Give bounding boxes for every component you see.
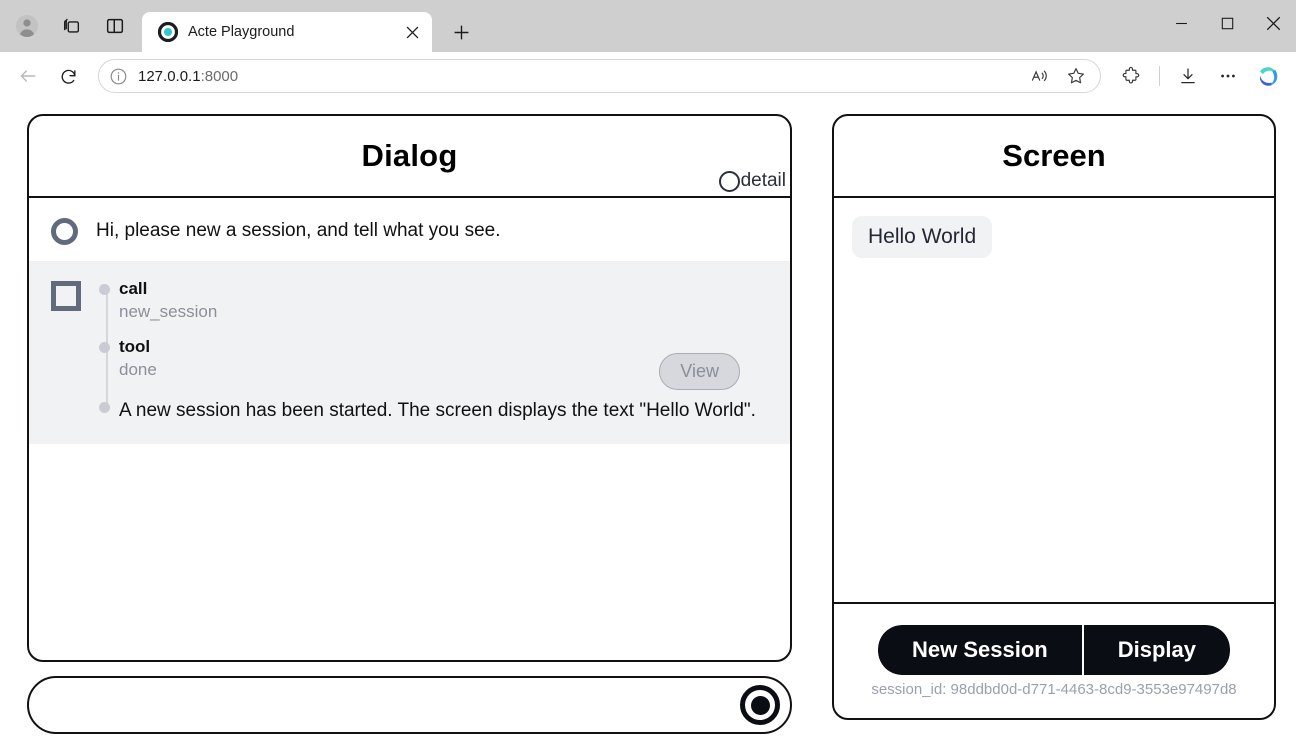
timeline-dot-icon [99, 402, 110, 413]
view-button[interactable]: View [659, 353, 740, 390]
detail-toggle-label: detail [741, 170, 786, 192]
read-aloud-icon[interactable] [1022, 58, 1058, 94]
downloads-icon[interactable] [1170, 58, 1206, 94]
dialog-panel: Dialog detail Hi, please new a session, … [27, 114, 792, 662]
back-button[interactable] [10, 58, 46, 94]
browser-tab[interactable]: Acte Playground [142, 12, 432, 52]
minimize-button[interactable] [1158, 0, 1204, 46]
user-avatar [51, 218, 78, 245]
timeline-dot-icon [99, 284, 110, 295]
split-screen-icon[interactable] [98, 9, 132, 43]
dialog-message-list: Hi, please new a session, and tell what … [29, 198, 790, 660]
timeline-step-key: call [119, 278, 776, 301]
display-button[interactable]: Display [1084, 625, 1230, 675]
screen-content: Hello World [834, 198, 1274, 602]
acte-playground-app: Dialog detail Hi, please new a session, … [0, 100, 1296, 748]
screen-panel: Screen Hello World New Session Display s… [832, 114, 1276, 720]
url-text: 127.0.0.1:8000 [138, 68, 1022, 85]
acte-favicon [158, 22, 178, 42]
toolbar-divider [1159, 66, 1160, 86]
screen-column: Screen Hello World New Session Display s… [832, 114, 1276, 734]
detail-toggle[interactable]: detail [719, 170, 786, 192]
dialog-column: Dialog detail Hi, please new a session, … [27, 114, 792, 734]
timeline-dot-icon [99, 342, 110, 353]
page-viewport: Dialog detail Hi, please new a session, … [0, 100, 1296, 748]
close-tab-icon[interactable] [398, 18, 426, 46]
message-input[interactable] [51, 688, 730, 722]
extensions-icon[interactable] [1113, 58, 1149, 94]
copilot-icon[interactable] [1250, 58, 1286, 94]
timeline-step-tool: tool done View [119, 336, 776, 394]
profile-avatar-icon[interactable] [10, 9, 44, 43]
dialog-title: Dialog [362, 138, 458, 174]
close-window-button[interactable] [1250, 0, 1296, 46]
new-session-button[interactable]: New Session [878, 625, 1084, 675]
tabstrip-left-icons [0, 0, 136, 52]
timeline-step-value: done [119, 359, 157, 382]
window-controls [1158, 0, 1296, 46]
screen-action-buttons: New Session Display [878, 625, 1230, 675]
screen-text-chip: Hello World [852, 216, 992, 258]
assistant-message: call new_session tool done View [29, 262, 790, 444]
settings-more-icon[interactable] [1210, 58, 1246, 94]
refresh-button[interactable] [50, 58, 86, 94]
session-id-label: session_id: 98ddbd0d-d771-4463-8cd9-3553… [871, 681, 1236, 698]
tab-title: Acte Playground [188, 24, 388, 40]
browser-toolbar: 127.0.0.1:8000 [0, 52, 1296, 100]
assistant-timeline: call new_session tool done View [99, 278, 776, 428]
screen-title: Screen [1002, 138, 1105, 174]
user-message-text: Hi, please new a session, and tell what … [96, 214, 501, 245]
browser-window: Acte Playground [0, 0, 1296, 748]
maximize-button[interactable] [1204, 0, 1250, 46]
detail-radio-icon[interactable] [719, 171, 740, 192]
timeline-step-call: call new_session [119, 278, 776, 324]
site-info-icon[interactable] [109, 67, 128, 86]
tab-collections-icon[interactable] [54, 9, 88, 43]
send-dot-icon [751, 696, 770, 715]
new-tab-button[interactable] [444, 15, 478, 49]
message-input-bar [27, 676, 792, 734]
dialog-header: Dialog detail [29, 116, 790, 198]
send-button[interactable] [740, 685, 780, 725]
screen-footer: New Session Display session_id: 98ddbd0d… [834, 602, 1274, 718]
screen-header: Screen [834, 116, 1274, 198]
favorite-star-icon[interactable] [1058, 58, 1094, 94]
timeline-step-final: A new session has been started. The scre… [119, 396, 776, 426]
user-message: Hi, please new a session, and tell what … [29, 198, 790, 262]
browser-titlebar: Acte Playground [0, 0, 1296, 52]
address-bar[interactable]: 127.0.0.1:8000 [98, 59, 1101, 93]
assistant-final-text: A new session has been started. The scre… [119, 396, 776, 426]
assistant-avatar [51, 281, 81, 311]
timeline-step-value: new_session [119, 301, 776, 324]
